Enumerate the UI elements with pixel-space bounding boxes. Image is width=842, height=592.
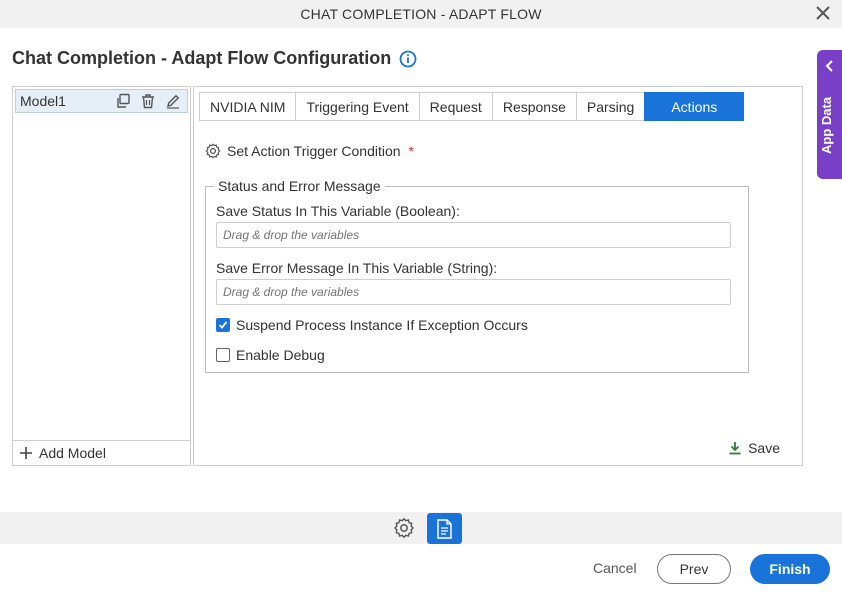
add-model-label: Add Model (39, 445, 106, 461)
app-data-tab[interactable]: App Data (817, 50, 842, 179)
suspend-process-label: Suspend Process Instance If Exception Oc… (236, 317, 528, 333)
enable-debug-checkbox[interactable] (216, 348, 230, 362)
tab-triggering-event[interactable]: Triggering Event (295, 92, 419, 121)
prev-button[interactable]: Prev (657, 554, 731, 584)
error-variable-label: Save Error Message In This Variable (Str… (216, 260, 498, 276)
model-list-panel: Model1 Add Model (12, 86, 191, 466)
window-titlebar: CHAT COMPLETION - ADAPT FLOW (0, 0, 842, 28)
gear-icon[interactable] (393, 517, 415, 539)
model-actions (115, 93, 181, 109)
tab-parsing[interactable]: Parsing (575, 92, 645, 121)
close-icon[interactable] (814, 4, 832, 22)
bottom-toolbar (0, 512, 842, 544)
duplicate-icon[interactable] (115, 93, 131, 109)
trigger-label: Set Action Trigger Condition (227, 143, 401, 159)
model-item[interactable]: Model1 (15, 89, 188, 113)
add-model-button[interactable]: Add Model (13, 440, 190, 465)
download-icon (729, 442, 741, 455)
app-data-label: App Data (819, 96, 834, 154)
tab-response[interactable]: Response (491, 92, 576, 121)
save-button[interactable]: Save (728, 440, 780, 456)
enable-debug-label: Enable Debug (236, 347, 325, 363)
checkmark-icon (218, 321, 228, 329)
document-icon (436, 518, 452, 539)
finish-button[interactable]: Finish (750, 554, 830, 584)
suspend-process-checkbox[interactable] (216, 318, 230, 332)
document-settings-button[interactable] (427, 513, 462, 544)
enable-debug-option[interactable]: Enable Debug (216, 347, 325, 363)
save-label: Save (748, 440, 780, 456)
pencil-icon[interactable] (165, 93, 181, 109)
tab-nvidia-nim[interactable]: NVIDIA NIM (199, 92, 296, 121)
required-marker: * (408, 143, 414, 159)
status-error-group: Status and Error Message Save Status In … (205, 178, 749, 373)
group-title: Status and Error Message (214, 178, 385, 194)
tab-actions[interactable]: Actions (644, 92, 745, 121)
model-name: Model1 (20, 93, 66, 109)
tab-request[interactable]: Request (418, 92, 492, 121)
set-action-trigger-link[interactable]: Set Action Trigger Condition * (205, 143, 414, 159)
suspend-process-option[interactable]: Suspend Process Instance If Exception Oc… (216, 317, 528, 333)
status-variable-label: Save Status In This Variable (Boolean): (216, 203, 460, 219)
window-title: CHAT COMPLETION - ADAPT FLOW (300, 6, 542, 22)
page-title-row: Chat Completion - Adapt Flow Configurati… (12, 48, 417, 69)
tab-bar: NVIDIA NIM Triggering Event Request Resp… (199, 92, 745, 121)
gear-icon (205, 143, 221, 159)
plus-icon (20, 447, 32, 459)
config-panel: NVIDIA NIM Triggering Event Request Resp… (193, 86, 803, 466)
trash-icon[interactable] (140, 93, 156, 109)
cancel-button[interactable]: Cancel (593, 560, 637, 576)
status-variable-field[interactable] (216, 222, 731, 248)
chevron-left-icon (825, 60, 833, 72)
error-variable-field[interactable] (216, 279, 731, 305)
info-icon[interactable] (399, 50, 417, 68)
page-title: Chat Completion - Adapt Flow Configurati… (12, 48, 392, 68)
